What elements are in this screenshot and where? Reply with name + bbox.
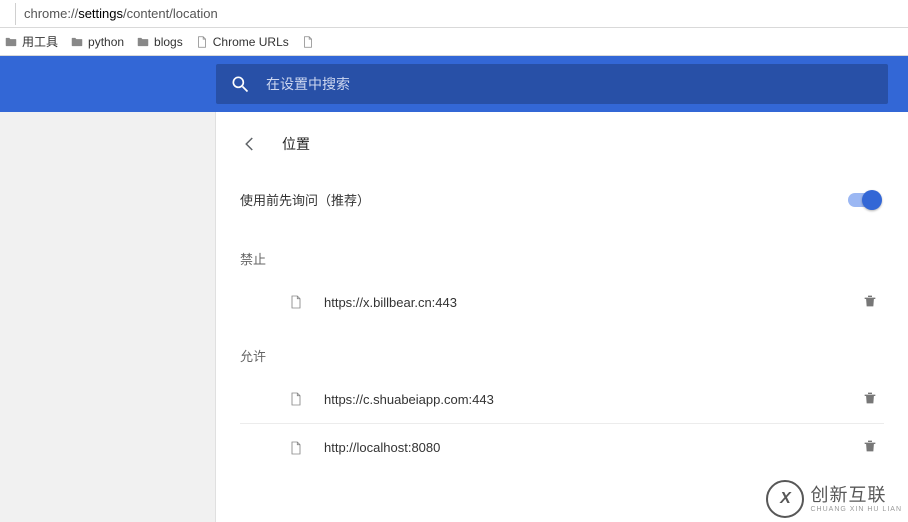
site-url: https://x.billbear.cn:443 <box>324 295 457 310</box>
site-url: https://c.shuabeiapp.com:443 <box>324 392 494 407</box>
site-row[interactable]: https://c.shuabeiapp.com:443 <box>240 375 884 423</box>
site-url: http://localhost:8080 <box>324 440 440 455</box>
trash-icon <box>862 390 878 406</box>
allow-section-label: 允许 <box>240 346 884 365</box>
block-list: https://x.billbear.cn:443 <box>240 278 884 326</box>
ask-before-toggle-row: 使用前先询问（推荐） <box>240 190 884 209</box>
bookmark-item[interactable] <box>301 35 319 49</box>
search-icon <box>230 74 250 94</box>
folder-icon <box>70 35 84 49</box>
address-bar-left-edge <box>6 3 16 25</box>
search-box[interactable] <box>216 64 888 104</box>
bookmark-item[interactable]: python <box>70 35 124 49</box>
site-icon <box>288 440 304 456</box>
search-input[interactable] <box>266 76 874 92</box>
bookmark-item[interactable]: 用工具 <box>4 33 58 50</box>
bookmark-label: python <box>88 35 124 49</box>
watermark-text: 创新互联 CHUANG XIN HU LIAN <box>810 486 902 513</box>
bookmark-label: blogs <box>154 35 183 49</box>
bookmark-label: Chrome URLs <box>213 35 289 49</box>
allow-list: https://c.shuabeiapp.com:443 http://loca… <box>240 375 884 471</box>
trash-icon <box>862 293 878 309</box>
trash-icon <box>862 438 878 454</box>
watermark: X 创新互联 CHUANG XIN HU LIAN <box>766 480 902 518</box>
site-row[interactable]: http://localhost:8080 <box>240 423 884 471</box>
content-pane: 位置 使用前先询问（推荐） 禁止 https://x.billbear.cn:4… <box>216 112 908 522</box>
address-url: chrome://settings/content/location <box>24 6 218 21</box>
watermark-logo: X <box>766 480 804 518</box>
delete-site-button[interactable] <box>862 293 878 312</box>
folder-icon <box>136 35 150 49</box>
delete-site-button[interactable] <box>862 438 878 457</box>
site-icon <box>288 391 304 407</box>
watermark-big: 创新互联 <box>810 486 902 504</box>
bookmark-item[interactable]: Chrome URLs <box>195 35 289 49</box>
back-button[interactable] <box>240 134 260 154</box>
folder-icon <box>4 35 18 49</box>
delete-site-button[interactable] <box>862 390 878 409</box>
title-row: 位置 <box>240 134 884 154</box>
settings-sidebar <box>0 112 216 522</box>
ask-before-toggle[interactable] <box>848 193 880 207</box>
watermark-small: CHUANG XIN HU LIAN <box>810 506 902 513</box>
doc-icon <box>301 35 315 49</box>
back-arrow-icon <box>241 135 259 153</box>
block-section-label: 禁止 <box>240 249 884 268</box>
settings-header <box>0 56 908 112</box>
bookmark-label: 用工具 <box>22 33 58 50</box>
bookmarks-bar: 用工具 python blogs Chrome URLs <box>0 28 908 56</box>
main-area: 位置 使用前先询问（推荐） 禁止 https://x.billbear.cn:4… <box>0 112 908 522</box>
doc-icon <box>195 35 209 49</box>
toggle-label: 使用前先询问（推荐） <box>240 190 370 209</box>
site-icon <box>288 294 304 310</box>
page-title: 位置 <box>282 134 310 154</box>
site-row[interactable]: https://x.billbear.cn:443 <box>240 278 884 326</box>
address-bar[interactable]: chrome://settings/content/location <box>0 0 908 28</box>
bookmark-item[interactable]: blogs <box>136 35 183 49</box>
